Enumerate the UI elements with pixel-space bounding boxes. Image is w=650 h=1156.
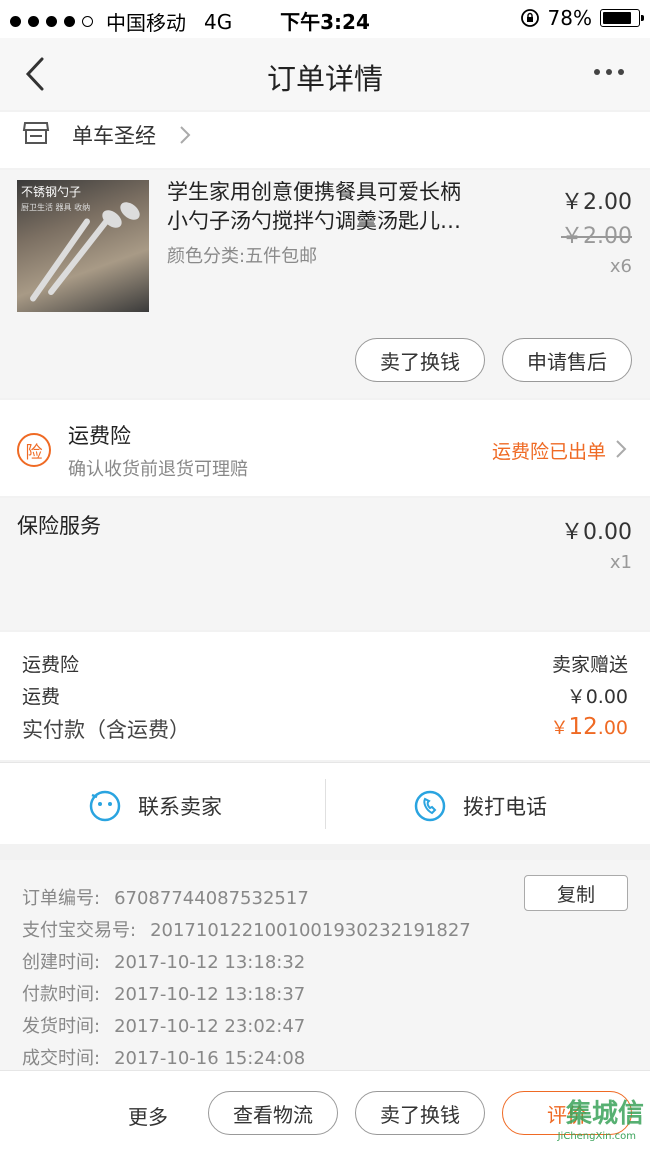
order-info: 订单编号: 67087744087532517 支付宝交易号: 2017101221… [0, 860, 650, 1070]
chevron-right-icon [180, 126, 191, 144]
watermark-url: JiChengXin.com [557, 1131, 636, 1142]
paid-int: 12 [568, 714, 598, 740]
info-value: 2017-10-12 13:18:32 [114, 952, 306, 973]
insurance-service-item[interactable]: 保险服务 ￥0.00 x1 [0, 498, 650, 630]
product-title-line1: 学生家用创意便携餐具可爱长柄 [167, 180, 461, 204]
info-value: 67087744087532517 [114, 888, 309, 909]
sell-button[interactable]: 卖了换钱 [355, 338, 485, 382]
phone-icon [414, 790, 446, 822]
service-price: ￥0.00 [561, 520, 632, 545]
info-row-completed: 成交时间: 2017-10-16 15:24:08 [22, 1044, 305, 1070]
product-image: 不锈钢勺子 厨卫生活 器具 收纳 [17, 180, 149, 312]
product-card[interactable]: 不锈钢勺子 厨卫生活 器具 收纳 学生家用创意便携餐具可爱长柄 小勺子汤勺搅拌勺… [0, 170, 650, 398]
order-summary: 运费险 卖家赠送 运费 ￥0.00 实付款（含运费） ￥12.00 [0, 632, 650, 760]
product-original-price: ￥2.00 [561, 224, 632, 249]
battery-icon [600, 9, 644, 27]
contact-seller-label: 联系卖家 [138, 795, 222, 819]
info-row-order-id: 订单编号: 67087744087532517 [22, 884, 309, 910]
info-value: 2017-10-12 13:18:37 [114, 984, 306, 1005]
info-value: 2017101221001001930232191827 [150, 920, 471, 941]
info-label: 创建时间: [22, 952, 101, 973]
info-label: 发货时间: [22, 1016, 101, 1037]
service-quantity: x1 [609, 552, 632, 573]
product-title-line2: 小勺子汤勺搅拌勺调羹汤匙儿… [167, 209, 461, 233]
info-value: 2017-10-12 23:02:47 [114, 1016, 306, 1037]
watermark-logo: 集城信 [565, 1099, 644, 1129]
shop-icon [22, 122, 50, 144]
battery-percent: 78% [547, 6, 592, 30]
call-button[interactable]: 拨打电话 [413, 789, 547, 823]
insurance-icon: 险 [17, 433, 51, 467]
sell-button-bottom[interactable]: 卖了换钱 [355, 1091, 485, 1135]
product-image-sub: 厨卫生活 器具 收纳 [21, 203, 91, 212]
product-quantity: x6 [609, 256, 632, 277]
copy-button[interactable]: 复制 [524, 875, 628, 911]
chevron-right-icon [616, 440, 627, 458]
paid-dec: .00 [597, 717, 628, 739]
status-right: 78% [520, 6, 644, 30]
product-image-tag: 不锈钢勺子 [21, 185, 82, 199]
info-label: 付款时间: [22, 984, 101, 1005]
aftersale-button[interactable]: 申请售后 [502, 338, 632, 382]
info-row-shipped: 发货时间: 2017-10-12 23:02:47 [22, 1012, 305, 1038]
contact-bar: 联系卖家 拨打电话 [0, 762, 650, 844]
rotation-lock-icon [520, 9, 539, 27]
more-options-icon[interactable] [594, 60, 628, 84]
info-label: 支付宝交易号: [22, 920, 137, 941]
divider [325, 779, 326, 829]
spoon-shape [28, 217, 92, 303]
info-label: 成交时间: [22, 1048, 101, 1069]
info-row-created: 创建时间: 2017-10-12 13:18:32 [22, 948, 305, 974]
info-label: 订单编号: [22, 888, 101, 909]
info-value: 2017-10-16 15:24:08 [114, 1048, 306, 1069]
bottom-action-bar: 更多 查看物流 卖了换钱 评价 集城信 JiChengXin.com [0, 1070, 650, 1156]
contact-seller-button[interactable]: 联系卖家 [88, 789, 222, 823]
chat-bubble-icon [89, 790, 121, 822]
shop-row[interactable]: 单车圣经 [0, 112, 650, 168]
product-variant: 颜色分类:五件包邮 [167, 246, 318, 267]
freight-insurance-value: 卖家赠送 [551, 654, 628, 676]
shipping-label: 运费 [22, 686, 61, 708]
info-row-paid: 付款时间: 2017-10-12 13:18:37 [22, 980, 305, 1006]
insurance-status: 运费险已出单 [491, 441, 606, 463]
status-bar: 中国移动 4G 下午3:24 78% [0, 0, 650, 38]
insurance-title: 运费险 [68, 424, 131, 448]
product-title: 学生家用创意便携餐具可爱长柄 小勺子汤勺搅拌勺调羹汤匙儿… [167, 178, 507, 236]
paid-amount: ￥12.00 [551, 714, 629, 740]
paid-label: 实付款（含运费） [22, 718, 190, 742]
freight-insurance-row[interactable]: 险 运费险 确认收货前退货可理赔 运费险已出单 [0, 400, 650, 496]
nav-bar: 订单详情 [0, 38, 650, 110]
page-title: 订单详情 [266, 62, 383, 96]
shipping-value: ￥0.00 [566, 686, 628, 708]
paid-currency: ￥ [550, 718, 569, 739]
info-row-alipay-id: 支付宝交易号: 2017101221001001930232191827 [22, 916, 471, 942]
insurance-subtitle: 确认收货前退货可理赔 [68, 459, 248, 480]
freight-insurance-label: 运费险 [22, 654, 80, 676]
product-price: ￥2.00 [561, 190, 632, 215]
call-label: 拨打电话 [463, 795, 547, 819]
service-title: 保险服务 [17, 514, 101, 538]
shop-name: 单车圣经 [72, 124, 156, 148]
more-button[interactable]: 更多 [128, 1101, 168, 1130]
logistics-button[interactable]: 查看物流 [208, 1091, 338, 1135]
